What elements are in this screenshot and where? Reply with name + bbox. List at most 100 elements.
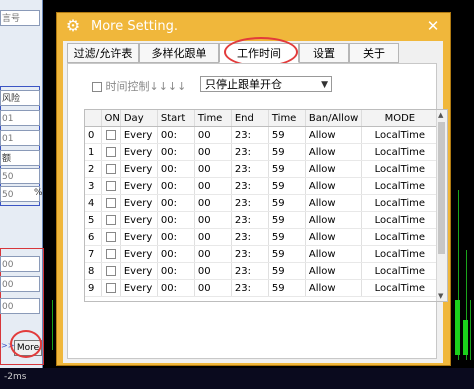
row-start[interactable]: 00: <box>157 143 195 161</box>
checkbox-icon[interactable] <box>105 231 116 242</box>
mode-select[interactable]: 只停止跟单开仓 ▼ <box>200 76 332 92</box>
row-mode[interactable]: LocalTime <box>361 194 439 212</box>
row-start-time[interactable]: 00 <box>194 143 232 161</box>
row-end[interactable]: 23: <box>231 262 269 280</box>
checkbox-icon[interactable] <box>105 180 116 191</box>
row-on-checkbox[interactable] <box>101 211 121 229</box>
row-mode[interactable]: LocalTime <box>361 160 439 178</box>
row-start[interactable]: 00: <box>157 262 195 280</box>
row-end[interactable]: 23: <box>231 160 269 178</box>
row-start-time[interactable]: 00 <box>194 279 232 297</box>
row-day[interactable]: Every <box>120 245 158 263</box>
vertical-scrollbar[interactable]: ▲ ▼ <box>436 110 447 301</box>
tab-filter[interactable]: 过滤/允许表 <box>67 43 139 63</box>
checkbox-icon[interactable] <box>105 197 116 208</box>
row-end[interactable]: 23: <box>231 143 269 161</box>
row-start-time[interactable]: 00 <box>194 262 232 280</box>
row-day[interactable]: Every <box>120 126 158 144</box>
row-start-time[interactable]: 00 <box>194 228 232 246</box>
row-mode[interactable]: LocalTime <box>361 262 439 280</box>
row-on-checkbox[interactable] <box>101 194 121 212</box>
row-day[interactable]: Every <box>120 211 158 229</box>
row-on-checkbox[interactable] <box>101 177 121 195</box>
row-mode[interactable]: LocalTime <box>361 126 439 144</box>
row-on-checkbox[interactable] <box>101 126 121 144</box>
left-field[interactable]: 00 <box>0 298 40 314</box>
row-end[interactable]: 23: <box>231 194 269 212</box>
row-day[interactable]: Every <box>120 262 158 280</box>
checkbox-icon[interactable] <box>92 82 102 92</box>
row-ban-allow[interactable]: Allow <box>305 177 362 195</box>
row-on-checkbox[interactable] <box>101 160 121 178</box>
row-end-time[interactable]: 59 <box>268 194 306 212</box>
row-start[interactable]: 00: <box>157 245 195 263</box>
left-field[interactable]: 50 <box>0 168 40 184</box>
row-start[interactable]: 00: <box>157 160 195 178</box>
row-start-time[interactable]: 00 <box>194 177 232 195</box>
left-field[interactable]: 01 <box>0 130 40 146</box>
row-ban-allow[interactable]: Allow <box>305 245 362 263</box>
row-end-time[interactable]: 59 <box>268 211 306 229</box>
checkbox-icon[interactable] <box>105 146 116 157</box>
tab-diversified-copy[interactable]: 多样化跟单 <box>139 43 219 63</box>
tab-settings[interactable]: 设置 <box>299 43 349 63</box>
row-end[interactable]: 23: <box>231 279 269 297</box>
row-start-time[interactable]: 00 <box>194 245 232 263</box>
row-mode[interactable]: LocalTime <box>361 177 439 195</box>
row-end-time[interactable]: 59 <box>268 126 306 144</box>
left-field[interactable]: 言号 <box>0 10 40 26</box>
row-start[interactable]: 00: <box>157 177 195 195</box>
row-start[interactable]: 00: <box>157 228 195 246</box>
scroll-thumb[interactable] <box>438 122 445 254</box>
row-on-checkbox[interactable] <box>101 143 121 161</box>
row-on-checkbox[interactable] <box>101 245 121 263</box>
row-ban-allow[interactable]: Allow <box>305 194 362 212</box>
table-row[interactable]: 6 Every 00: 00 23: 59 Allow LocalTime <box>85 228 439 246</box>
left-field[interactable]: 00 <box>0 256 40 272</box>
table-row[interactable]: 8 Every 00: 00 23: 59 Allow LocalTime <box>85 262 439 280</box>
row-ban-allow[interactable]: Allow <box>305 211 362 229</box>
row-end-time[interactable]: 59 <box>268 143 306 161</box>
row-end[interactable]: 23: <box>231 245 269 263</box>
row-start[interactable]: 00: <box>157 194 195 212</box>
row-mode[interactable]: LocalTime <box>361 279 439 297</box>
row-ban-allow[interactable]: Allow <box>305 279 362 297</box>
table-row[interactable]: 1 Every 00: 00 23: 59 Allow LocalTime <box>85 143 439 161</box>
scroll-down-icon[interactable]: ▼ <box>438 292 443 300</box>
row-end[interactable]: 23: <box>231 211 269 229</box>
row-ban-allow[interactable]: Allow <box>305 143 362 161</box>
row-on-checkbox[interactable] <box>101 279 121 297</box>
checkbox-icon[interactable] <box>105 248 116 259</box>
left-field[interactable]: 风险 <box>0 90 40 106</box>
checkbox-icon[interactable] <box>105 265 116 276</box>
checkbox-icon[interactable] <box>105 214 116 225</box>
row-end-time[interactable]: 59 <box>268 177 306 195</box>
table-row[interactable]: 0 Every 00: 00 23: 59 Allow LocalTime <box>85 126 439 144</box>
row-ban-allow[interactable]: Allow <box>305 262 362 280</box>
row-end-time[interactable]: 59 <box>268 262 306 280</box>
row-ban-allow[interactable]: Allow <box>305 228 362 246</box>
tab-about[interactable]: 关于 <box>349 43 399 63</box>
row-start-time[interactable]: 00 <box>194 126 232 144</box>
row-on-checkbox[interactable] <box>101 262 121 280</box>
row-day[interactable]: Every <box>120 177 158 195</box>
row-mode[interactable]: LocalTime <box>361 228 439 246</box>
row-day[interactable]: Every <box>120 160 158 178</box>
checkbox-icon[interactable] <box>105 282 116 293</box>
row-end-time[interactable]: 59 <box>268 160 306 178</box>
row-mode[interactable]: LocalTime <box>361 245 439 263</box>
table-row[interactable]: 9 Every 00: 00 23: 59 Allow LocalTime <box>85 279 439 297</box>
table-row[interactable]: 4 Every 00: 00 23: 59 Allow LocalTime <box>85 194 439 212</box>
row-end-time[interactable]: 59 <box>268 228 306 246</box>
row-end[interactable]: 23: <box>231 126 269 144</box>
row-end[interactable]: 23: <box>231 228 269 246</box>
row-mode[interactable]: LocalTime <box>361 143 439 161</box>
checkbox-icon[interactable] <box>105 129 116 140</box>
row-day[interactable]: Every <box>120 228 158 246</box>
close-icon[interactable]: ✕ <box>424 17 442 35</box>
table-row[interactable]: 3 Every 00: 00 23: 59 Allow LocalTime <box>85 177 439 195</box>
table-row[interactable]: 7 Every 00: 00 23: 59 Allow LocalTime <box>85 245 439 263</box>
row-ban-allow[interactable]: Allow <box>305 160 362 178</box>
row-end[interactable]: 23: <box>231 177 269 195</box>
row-start[interactable]: 00: <box>157 211 195 229</box>
